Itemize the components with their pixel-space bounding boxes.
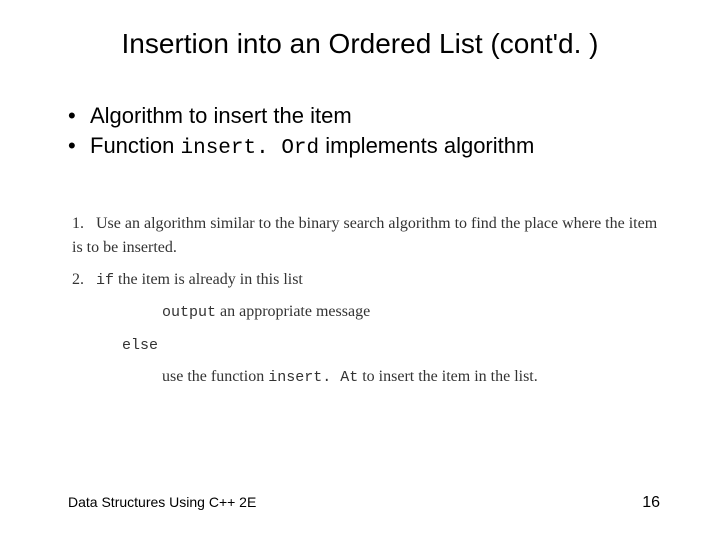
page-number: 16 — [642, 494, 660, 512]
alg-else-keyword-line: else — [72, 333, 660, 358]
alg-else-branch: use the function insert. At to insert th… — [72, 365, 660, 390]
bullet-item-2: Function insert. Ord implements algorith… — [68, 132, 720, 162]
bullet-text-2-prefix: Function — [90, 133, 181, 158]
alg-else-post: to insert the item in the list. — [358, 368, 538, 385]
bullet-text-1: Algorithm to insert the item — [90, 103, 352, 128]
alg-if-condition: the item is already in this list — [114, 271, 303, 288]
alg-else-pre: use the function — [162, 368, 268, 385]
alg-step-1: 1. Use an algorithm similar to the binar… — [72, 212, 660, 260]
alg-step-1-text: Use an algorithm similar to the binary s… — [72, 215, 657, 256]
bullet-text-2-suffix: implements algorithm — [319, 133, 534, 158]
alg-step-2: 2. if the item is already in this list — [72, 268, 660, 293]
bullet-list: Algorithm to insert the item Function in… — [0, 102, 720, 162]
footer: Data Structures Using C++ 2E 16 — [0, 494, 720, 512]
page-title: Insertion into an Ordered List (cont'd. … — [0, 28, 720, 60]
bullet-item-1: Algorithm to insert the item — [68, 102, 720, 130]
alg-if-keyword: if — [96, 272, 114, 289]
bullet-code-2: insert. Ord — [181, 137, 320, 160]
alg-else-code: insert. At — [268, 369, 358, 386]
footer-left: Data Structures Using C++ 2E — [68, 494, 256, 510]
algorithm-block: 1. Use an algorithm similar to the binar… — [0, 212, 720, 390]
slide: Insertion into an Ordered List (cont'd. … — [0, 0, 720, 540]
alg-step-number: 1. — [72, 212, 92, 236]
alg-then-branch: output an appropriate message — [72, 300, 660, 325]
alg-output-keyword: output — [162, 304, 216, 321]
alg-step-number: 2. — [72, 268, 92, 292]
alg-then-text: an appropriate message — [216, 303, 370, 320]
alg-else-keyword: else — [122, 337, 158, 354]
